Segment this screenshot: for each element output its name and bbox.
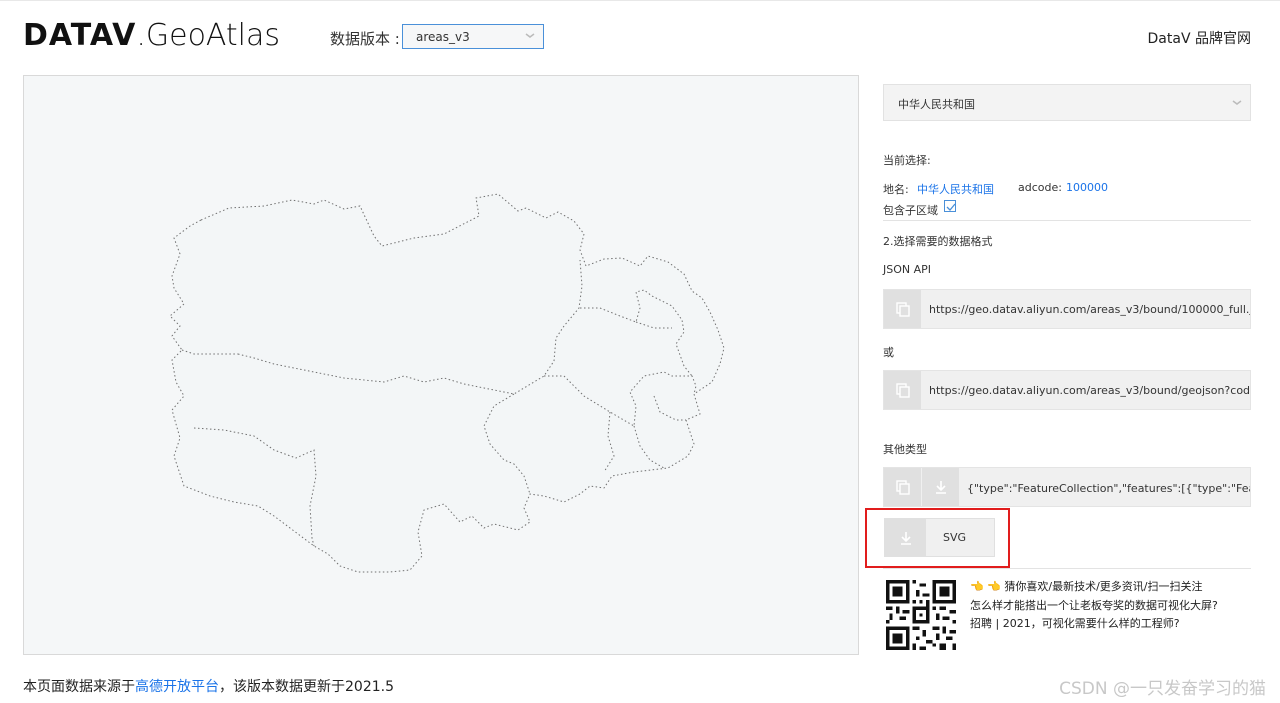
place-label: 地名: [883,183,909,196]
logo-thin-text: .GeoAtlas [136,18,281,53]
copy-icon [895,302,910,317]
footer-suffix: ，该版本数据更新于2021.5 [219,679,394,695]
copy-button[interactable] [884,290,921,328]
chevron-down-icon [525,33,535,38]
chevron-down-icon [1232,100,1242,105]
region-select[interactable]: 中华人民共和国 [883,84,1251,121]
csdn-watermark: CSDN @一只发奋学习的猫 [1059,679,1266,699]
version-label: 数据版本 : [330,30,400,48]
api-url-full[interactable]: https://geo.datav.aliyun.com/areas_v3/bo… [929,303,1250,316]
copy-button[interactable] [884,371,921,409]
logo-bold-text: DATAV [23,18,137,53]
other-types-label: 其他类型 [883,443,927,456]
download-icon [935,481,946,494]
datav-geoatlas-logo[interactable]: DATAV .GeoAtlas [23,18,280,58]
section-divider [883,568,1251,569]
brand-site-link[interactable]: DataV 品牌官网 [1148,28,1251,48]
region-map[interactable] [24,76,860,656]
red-highlight-box [865,508,1010,568]
place-value: 中华人民共和国 [917,183,994,196]
api-url-row-full[interactable]: https://geo.datav.aliyun.com/areas_v3/bo… [883,289,1251,329]
data-source-footer: 本页面数据来源于高德开放平台，该版本数据更新于2021.5 [23,676,394,696]
copy-icon [895,480,910,495]
adcode-label: adcode: [1018,181,1062,194]
download-button[interactable] [922,468,959,506]
version-select-value: areas_v3 [416,30,470,44]
news-line-1[interactable]: 👈 👈 猜你喜欢/最新技术/更多资讯/扫一扫关注 [970,578,1203,594]
version-select[interactable]: areas_v3 [402,24,544,49]
json-api-label: JSON API [883,263,932,276]
api-url-row-geojson[interactable]: https://geo.datav.aliyun.com/areas_v3/bo… [883,370,1251,410]
amap-open-platform-link[interactable]: 高德开放平台 [135,679,219,695]
map-outer-boundary [169,193,725,573]
check-icon [946,203,956,211]
region-select-value: 中华人民共和国 [898,98,975,111]
news-line-3[interactable]: 招聘 | 2021，可视化需要什么样的工程师? [970,615,1180,631]
or-label: 或 [883,346,894,359]
include-subregion-checkbox[interactable] [944,200,956,212]
map-panel[interactable] [23,75,859,655]
section-divider [883,220,1251,221]
current-selection-label: 当前选择: [883,154,931,167]
news-line-2[interactable]: 怎么样才能搭出一个让老板夸奖的数据可视化大屏? [970,597,1218,613]
include-subregion-label: 包含子区域 [883,204,938,217]
step2-label: 2.选择需要的数据格式 [883,235,993,248]
adcode-value: 100000 [1066,181,1108,194]
footer-prefix: 本页面数据来源于 [23,679,135,695]
geojson-preview: {"type":"FeatureCollection","features":[… [967,482,1250,495]
top-divider [0,0,1280,1]
copy-button[interactable] [884,468,921,506]
copy-icon [895,383,910,398]
geojson-row[interactable]: {"type":"FeatureCollection","features":[… [883,467,1251,507]
qr-code [886,580,956,650]
api-url-geojson[interactable]: https://geo.datav.aliyun.com/areas_v3/bo… [929,384,1250,397]
